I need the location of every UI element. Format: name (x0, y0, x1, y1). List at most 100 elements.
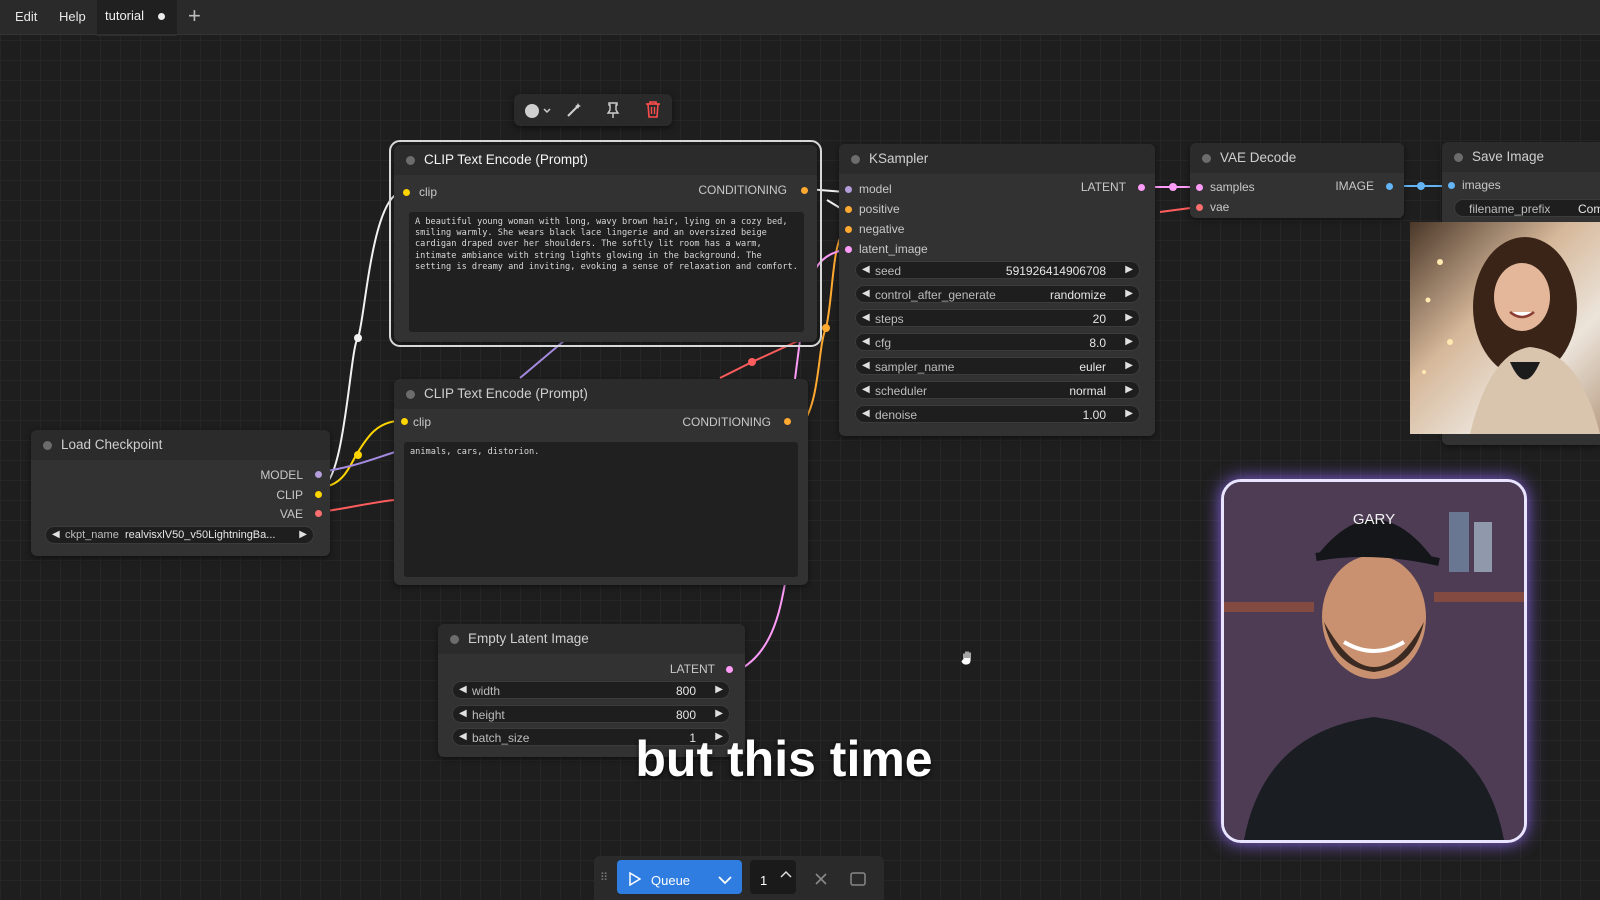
decrement-arrow-icon[interactable]: ◀ (862, 264, 870, 275)
increment-arrow-icon[interactable]: ▶ (1125, 264, 1133, 275)
decrement-arrow-icon[interactable]: ◀ (459, 708, 467, 719)
node-title-bar[interactable]: Load Checkpoint (31, 430, 330, 460)
node-title-bar[interactable]: Empty Latent Image (438, 624, 745, 654)
increment-arrow-icon[interactable]: ▶ (1125, 336, 1133, 347)
vae-output-pin[interactable] (315, 510, 322, 517)
seed-widget[interactable]: ◀ seed 591926414906708 ▶ (855, 261, 1140, 279)
increment-arrow-icon[interactable]: ▶ (1125, 360, 1133, 371)
wand-icon[interactable] (565, 101, 583, 124)
node-title-bar[interactable]: KSampler (839, 144, 1155, 174)
increment-arrow-icon[interactable]: ▶ (715, 708, 723, 719)
clip-input-label: clip (419, 185, 438, 199)
width-widget[interactable]: ◀ width 800 ▶ (452, 681, 730, 699)
stop-icon[interactable] (850, 872, 866, 891)
clip-output-pin[interactable] (315, 491, 322, 498)
positive-input-pin[interactable] (845, 206, 852, 213)
images-input-pin[interactable] (1448, 182, 1455, 189)
color-circle-icon[interactable] (524, 103, 554, 124)
increment-arrow-icon[interactable]: ▶ (1125, 384, 1133, 395)
node-title: Save Image (1472, 149, 1545, 164)
node-title-bar[interactable]: VAE Decode (1190, 143, 1404, 173)
scheduler-widget[interactable]: ◀ scheduler normal ▶ (855, 381, 1140, 399)
conditioning-output-pin[interactable] (784, 418, 791, 425)
chevron-down-icon[interactable] (718, 872, 732, 890)
collapse-dot-icon[interactable] (43, 441, 52, 450)
collapse-dot-icon[interactable] (450, 635, 459, 644)
conditioning-output-pin[interactable] (801, 187, 808, 194)
images-input-label: images (1462, 178, 1501, 192)
decrement-arrow-icon[interactable]: ◀ (862, 384, 870, 395)
decrement-arrow-icon[interactable]: ◀ (862, 288, 870, 299)
wire-clip-dot (354, 451, 362, 459)
increment-arrow-icon[interactable]: ▶ (715, 684, 723, 695)
decrement-arrow-icon[interactable]: ◀ (862, 408, 870, 419)
trash-icon[interactable] (645, 100, 661, 124)
prompt-text-area[interactable]: A beautiful young woman with long, wavy … (409, 212, 804, 332)
steps-widget[interactable]: ◀ steps 20 ▶ (855, 309, 1140, 327)
drag-handle-icon[interactable]: ⠿ (600, 871, 608, 884)
latent-image-input-pin[interactable] (845, 246, 852, 253)
node-title-bar[interactable]: Save Image (1442, 142, 1600, 172)
menu-bar: Edit Help tutorial + (0, 0, 1600, 36)
latent-output-pin[interactable] (726, 666, 733, 673)
vae-input-pin[interactable] (1196, 204, 1203, 211)
control-after-generate-widget[interactable]: ◀ control_after_generate randomize ▶ (855, 285, 1140, 303)
decrement-arrow-icon[interactable]: ◀ (459, 684, 467, 695)
cfg-widget[interactable]: ◀ cfg 8.0 ▶ (855, 333, 1140, 351)
pin-icon[interactable] (605, 101, 621, 124)
widget-name: sampler_name (875, 360, 955, 374)
queue-button[interactable]: Queue (617, 860, 742, 894)
load-checkpoint-node[interactable]: Load Checkpoint MODEL CLIP VAE ◀ ckpt_na… (31, 430, 330, 556)
node-title-bar[interactable]: CLIP Text Encode (Prompt) (394, 379, 808, 409)
clip-text-encode-positive-node[interactable]: CLIP Text Encode (Prompt) clip CONDITION… (389, 140, 822, 347)
increment-arrow-icon[interactable]: ▶ (299, 529, 307, 540)
model-input-pin[interactable] (845, 186, 852, 193)
increment-arrow-icon[interactable]: ▶ (1125, 408, 1133, 419)
sampler-name-widget[interactable]: ◀ sampler_name euler ▶ (855, 357, 1140, 375)
decrement-arrow-icon[interactable]: ◀ (862, 312, 870, 323)
samples-input-pin[interactable] (1196, 184, 1203, 191)
chevron-up-icon[interactable] (780, 865, 792, 883)
vae-decode-node[interactable]: VAE Decode samples vae IMAGE (1190, 143, 1404, 218)
menu-help[interactable]: Help (59, 9, 86, 24)
clip-input-pin[interactable] (401, 418, 408, 425)
ksampler-node[interactable]: KSampler model positive negative latent_… (839, 144, 1155, 436)
wire-latent-dot (1169, 183, 1177, 191)
latent-output-label: LATENT (1080, 180, 1126, 194)
menu-edit[interactable]: Edit (15, 9, 37, 24)
collapse-dot-icon[interactable] (406, 390, 415, 399)
plus-icon[interactable]: + (188, 3, 201, 29)
clip-text-encode-negative-node[interactable]: CLIP Text Encode (Prompt) clip CONDITION… (394, 379, 808, 585)
node-title-bar[interactable]: CLIP Text Encode (Prompt) (394, 145, 817, 175)
decrement-arrow-icon[interactable]: ◀ (52, 529, 60, 540)
latent-output-pin[interactable] (1138, 184, 1145, 191)
wire-model-segment (519, 339, 566, 379)
close-icon[interactable] (814, 872, 828, 891)
image-output-pin[interactable] (1386, 183, 1393, 190)
ckpt-name-widget[interactable]: ◀ ckpt_name realvisxlV50_v50LightningBa.… (45, 526, 314, 544)
height-widget[interactable]: ◀ height 800 ▶ (452, 705, 730, 723)
widget-value[interactable]: Com (1578, 202, 1600, 216)
collapse-dot-icon[interactable] (406, 156, 415, 165)
filename-prefix-widget[interactable]: filename_prefix Com (1454, 199, 1600, 217)
preview-portrait (1422, 237, 1600, 434)
denoise-widget[interactable]: ◀ denoise 1.00 ▶ (855, 405, 1140, 423)
decrement-arrow-icon[interactable]: ◀ (862, 336, 870, 347)
decrement-arrow-icon[interactable]: ◀ (862, 360, 870, 371)
widget-name: seed (875, 264, 902, 278)
collapse-dot-icon[interactable] (1454, 153, 1463, 162)
widget-value: 800 (675, 708, 696, 722)
queue-count-input[interactable]: 1 (750, 860, 796, 894)
conditioning-output-label: CONDITIONING (698, 183, 787, 197)
widget-value: 1.00 (1082, 408, 1106, 422)
model-output-pin[interactable] (315, 471, 322, 478)
increment-arrow-icon[interactable]: ▶ (1125, 312, 1133, 323)
increment-arrow-icon[interactable]: ▶ (1125, 288, 1133, 299)
collapse-dot-icon[interactable] (851, 155, 860, 164)
clip-input-pin[interactable] (403, 189, 410, 196)
collapse-dot-icon[interactable] (1202, 154, 1211, 163)
tab-label: tutorial (105, 8, 145, 23)
negative-input-pin[interactable] (845, 226, 852, 233)
negative-prompt-text-area[interactable]: animals, cars, distorion. (404, 442, 798, 577)
workflow-tab[interactable]: tutorial (97, 0, 177, 36)
